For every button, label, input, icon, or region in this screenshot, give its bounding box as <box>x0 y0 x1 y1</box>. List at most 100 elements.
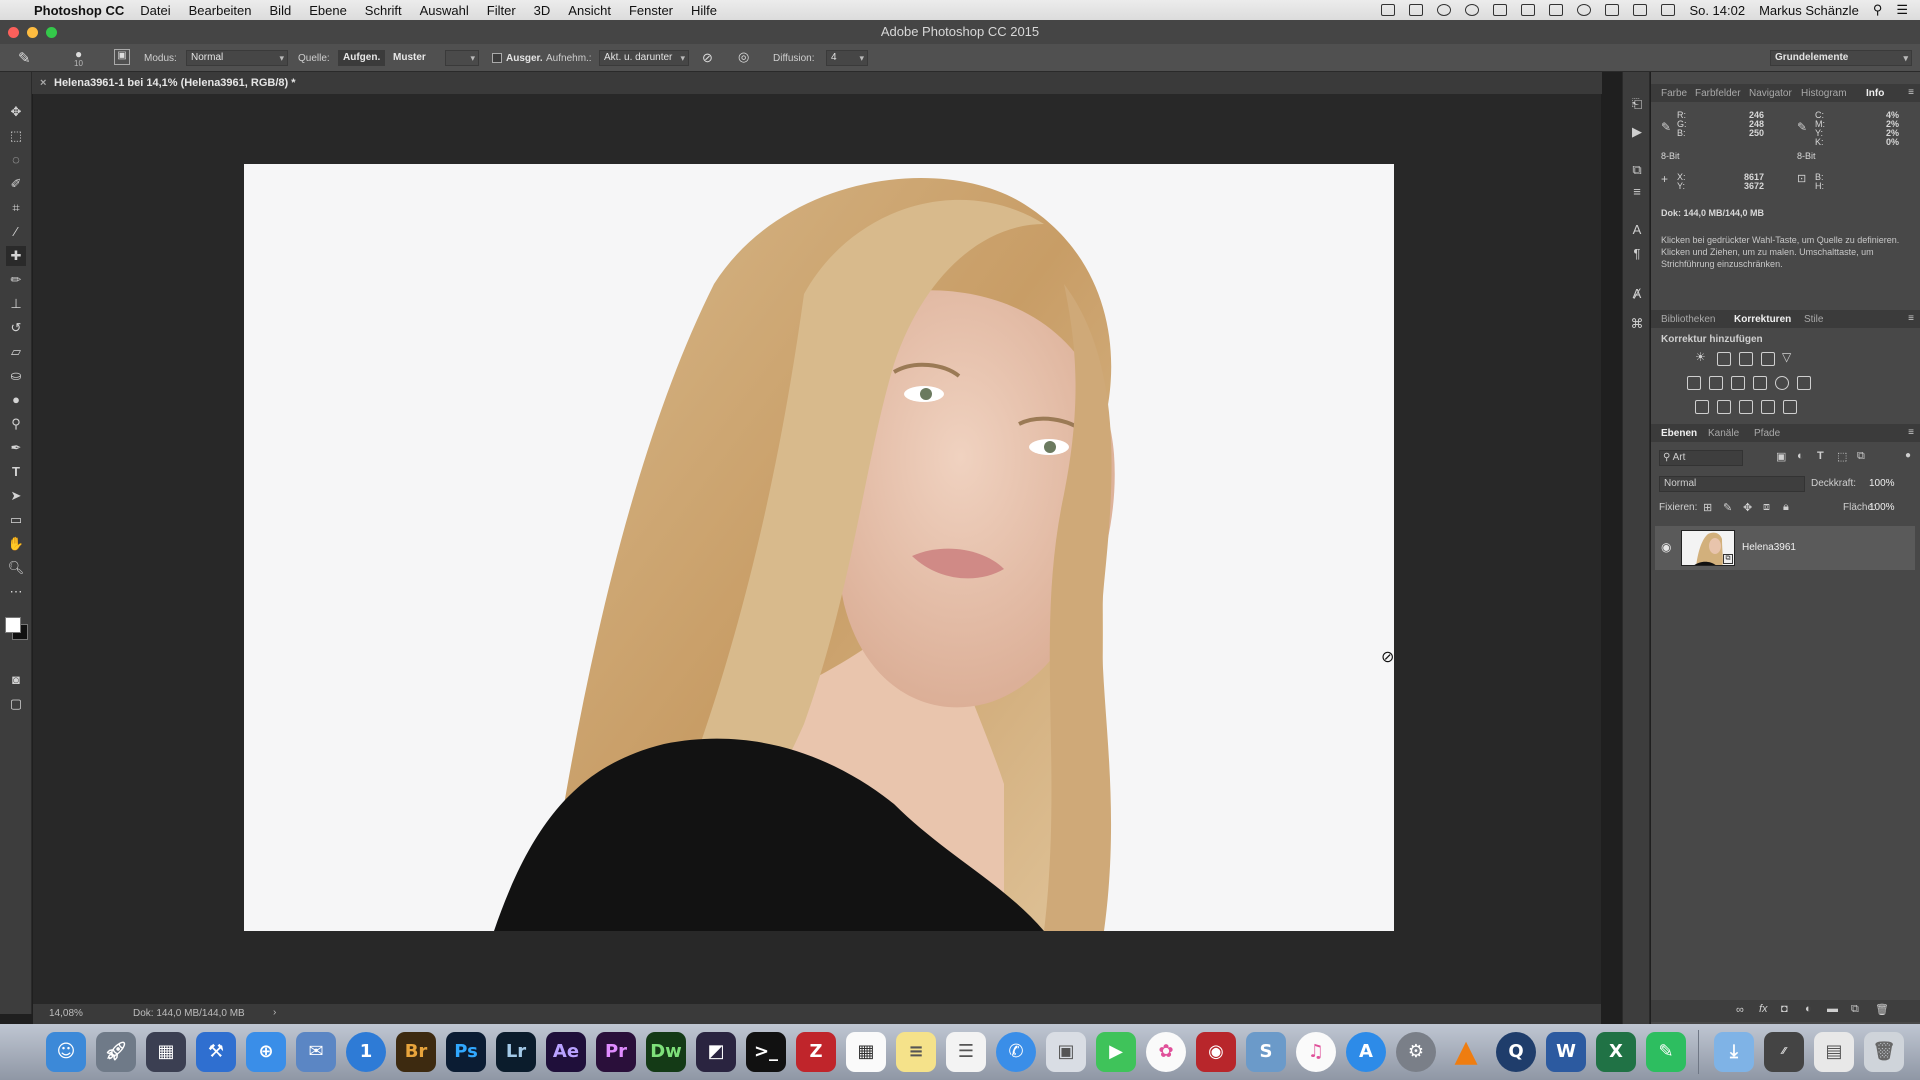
dock-evernote-icon[interactable]: ✎ <box>1646 1032 1686 1072</box>
history-panel-icon[interactable]: ⎗ <box>1628 96 1646 114</box>
volume-icon[interactable] <box>1661 4 1676 16</box>
dock-notes-icon[interactable]: ≡ <box>896 1032 936 1072</box>
ignore-adjustment-layers-icon[interactable]: ⊘ <box>702 50 713 66</box>
lock-artboard-icon[interactable]: ⧈ <box>1763 501 1770 514</box>
dock-calendar-icon[interactable]: ▦ <box>846 1032 886 1072</box>
sample-dropdown[interactable]: Akt. u. darunter <box>599 50 689 66</box>
menu-item-fenster[interactable]: Fenster <box>629 3 673 18</box>
tab-info[interactable]: Info <box>1866 88 1884 99</box>
menu-item-3d[interactable]: 3D <box>534 3 551 18</box>
dock-facetime-icon[interactable]: ▶ <box>1096 1032 1136 1072</box>
crop-tool-icon[interactable]: ⌗ <box>6 198 26 218</box>
dock-motion-icon[interactable]: ◩ <box>696 1032 736 1072</box>
new-layer-icon[interactable]: ⧉ <box>1851 1003 1859 1016</box>
zoom-window-button[interactable] <box>46 27 57 38</box>
hue-saturation-icon[interactable] <box>1687 376 1701 390</box>
healing-brush-icon[interactable]: ✎ <box>18 49 31 67</box>
tab-farbe[interactable]: Farbe <box>1661 88 1687 99</box>
source-pattern-button[interactable]: Muster <box>388 50 431 66</box>
menu-app-name[interactable]: Photoshop CC <box>34 3 124 18</box>
menu-item-auswahl[interactable]: Auswahl <box>420 3 469 18</box>
path-selection-tool-icon[interactable]: ➤ <box>6 486 26 506</box>
screen-mode-icon[interactable]: ▢ <box>6 694 26 714</box>
filter-toggle-icon[interactable]: ● <box>1905 450 1911 461</box>
tab-korrekturen[interactable]: Korrekturen <box>1734 314 1791 325</box>
black-white-icon[interactable] <box>1731 376 1745 390</box>
menu-item-datei[interactable]: Datei <box>140 3 170 18</box>
menu-item-ebene[interactable]: Ebene <box>309 3 347 18</box>
bluetooth-icon[interactable] <box>1605 4 1620 16</box>
dock-mission-control-icon[interactable]: ▦ <box>146 1032 186 1072</box>
dock-itunes-icon[interactable]: ♫ <box>1296 1032 1336 1072</box>
quick-mask-icon[interactable]: ◙ <box>6 670 26 690</box>
minimize-window-button[interactable] <box>27 27 38 38</box>
history-brush-tool-icon[interactable]: ↺ <box>6 318 26 338</box>
hand-tool-icon[interactable]: ✋ <box>6 534 26 554</box>
dock-dreamweaver-icon[interactable]: Dw <box>646 1032 686 1072</box>
posterize-icon[interactable] <box>1717 400 1731 414</box>
dock-photos-icon[interactable]: ✿ <box>1146 1032 1186 1072</box>
menu-item-ansicht[interactable]: Ansicht <box>568 3 611 18</box>
dock-preview-icon[interactable]: ▣ <box>1046 1032 1086 1072</box>
foreground-color-swatch[interactable] <box>5 617 21 633</box>
tab-pfade[interactable]: Pfade <box>1754 428 1780 439</box>
display-icon[interactable] <box>1521 4 1536 16</box>
dock-mail-icon[interactable]: ✉ <box>296 1032 336 1072</box>
lasso-tool-icon[interactable]: ◌ <box>6 150 26 170</box>
link-layers-icon[interactable]: ∞ <box>1736 1004 1744 1016</box>
selective-color-icon[interactable] <box>1761 400 1775 414</box>
move-tool-icon[interactable]: ✥ <box>6 102 26 122</box>
photo-filter-icon[interactable] <box>1753 376 1767 390</box>
time-machine-icon[interactable] <box>1577 4 1592 16</box>
quick-selection-tool-icon[interactable]: ✐ <box>6 174 26 194</box>
dock-lightroom-icon[interactable]: Lr <box>496 1032 536 1072</box>
add-mask-icon[interactable]: ◘ <box>1781 1003 1788 1015</box>
opacity-value[interactable]: 100% <box>1869 478 1895 489</box>
eyedropper-tool-icon[interactable]: ⁄ <box>6 222 26 242</box>
dock-terminal-icon[interactable]: >_ <box>746 1032 786 1072</box>
dock-quicktime-icon[interactable]: Q <box>1496 1032 1536 1072</box>
dock-documents-stack-icon[interactable]: ▤ <box>1814 1032 1854 1072</box>
menu-clock[interactable]: So. 14:02 <box>1689 3 1745 18</box>
notification-center-icon[interactable]: ☰ <box>1896 2 1908 18</box>
pattern-picker[interactable] <box>445 50 479 66</box>
source-sampled-button[interactable]: Aufgen. <box>338 50 386 66</box>
color-balance-icon[interactable] <box>1709 376 1723 390</box>
filter-adjustment-icon[interactable]: ◐ <box>1797 450 1804 462</box>
document-tab[interactable]: × Helena3961-1 bei 14,1% (Helena3961, RG… <box>40 72 296 94</box>
menu-item-bild[interactable]: Bild <box>270 3 292 18</box>
dock-safari-icon[interactable]: ⊕ <box>246 1032 286 1072</box>
pen-tool-icon[interactable]: ✒ <box>6 438 26 458</box>
glyphs-panel-icon[interactable]: Ⱥ <box>1628 286 1646 304</box>
new-group-icon[interactable]: ▬ <box>1827 1003 1838 1015</box>
invert-icon[interactable] <box>1695 400 1709 414</box>
dock-system-preferences-icon[interactable]: ⚙ <box>1396 1032 1436 1072</box>
dock-appstore-icon[interactable]: A <box>1346 1032 1386 1072</box>
panel-menu-icon[interactable]: ≡ <box>1908 313 1914 324</box>
dock-vlc-icon[interactable]: ▲ <box>1446 1032 1486 1072</box>
type-tool-icon[interactable]: T <box>6 462 26 482</box>
dock-bridge-icon[interactable]: Br <box>396 1032 436 1072</box>
paragraph-panel-icon[interactable]: ¶ <box>1628 246 1646 264</box>
close-tab-icon[interactable]: × <box>40 72 46 94</box>
layer-row[interactable]: ◉ ⧉ Helena3961 <box>1655 526 1915 570</box>
dock-finder-icon[interactable]: ☺ <box>46 1032 86 1072</box>
dock-skype-icon[interactable]: S <box>1246 1032 1286 1072</box>
brightness-contrast-icon[interactable]: ☀ <box>1695 350 1706 364</box>
layer-visibility-eye-icon[interactable]: ◉ <box>1661 540 1671 554</box>
lock-position-icon[interactable]: ✥ <box>1743 501 1752 514</box>
blur-tool-icon[interactable]: ● <box>6 390 26 410</box>
vpn-icon[interactable] <box>1493 4 1508 16</box>
vibrance-icon[interactable]: ▽ <box>1782 350 1791 364</box>
dock-messages-icon[interactable]: ✆ <box>996 1032 1036 1072</box>
dock-trash-icon[interactable]: 🗑︎ <box>1864 1032 1904 1072</box>
dock-launchpad-icon[interactable]: 🚀︎ <box>96 1032 136 1072</box>
clone-stamp-tool-icon[interactable]: ⊥ <box>6 294 26 314</box>
levels-icon[interactable] <box>1717 352 1731 366</box>
more-tools-icon[interactable]: ⋯ <box>6 582 26 602</box>
healing-brush-tool-icon[interactable]: ✚ <box>6 246 26 266</box>
clone-source-icon[interactable]: ⧉ <box>1628 162 1646 180</box>
status-menu-arrow-icon[interactable]: › <box>273 1007 276 1018</box>
tab-ebenen[interactable]: Ebenen <box>1661 428 1697 439</box>
clone-source-panel-icon[interactable]: ▣ <box>114 49 130 65</box>
